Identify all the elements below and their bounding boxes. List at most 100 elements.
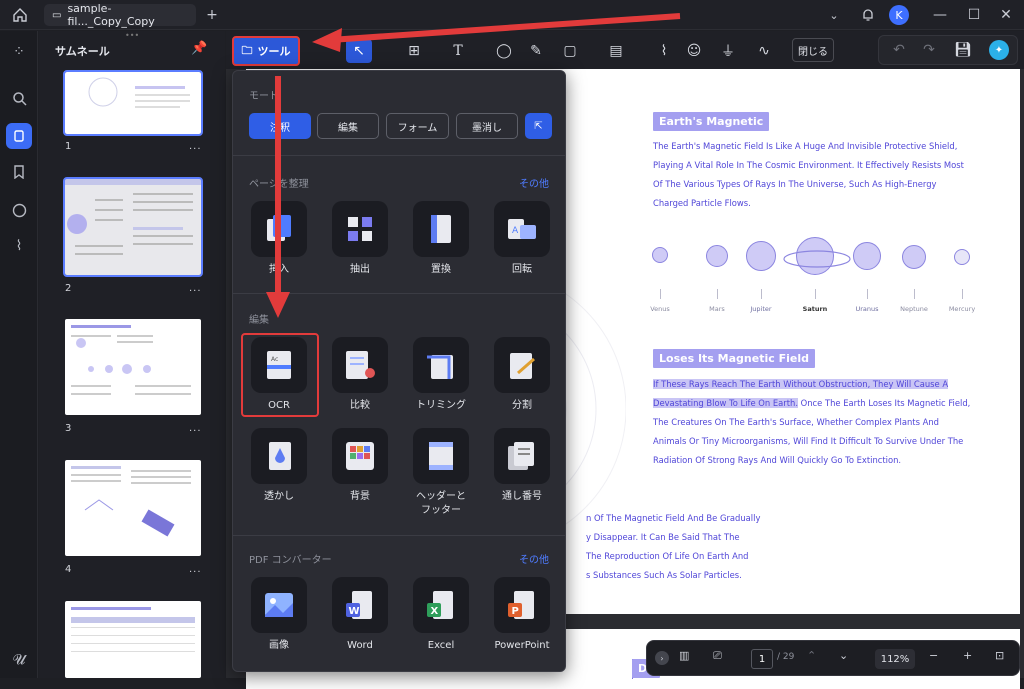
mode-edit-button[interactable]: 編集 [317,113,379,139]
crop-icon[interactable] [413,337,469,393]
word-convert-icon[interactable]: W [332,577,388,633]
minimize-icon[interactable]: — [928,3,952,27]
more-options-icon[interactable]: ... [189,283,202,294]
drag-handle-icon[interactable]: ••• [125,31,139,40]
thumbnail-panel-icon[interactable] [6,123,32,149]
more-options-icon[interactable]: ... [189,141,202,152]
background-icon[interactable] [332,428,388,484]
textbox-icon[interactable]: ⊞ [402,39,426,63]
insert-page-icon[interactable] [251,201,307,257]
chevron-down-icon[interactable]: ⌄ [839,649,848,662]
document-tab-title: sample-fil..._Copy_Copy [67,2,155,28]
zoom-out-icon[interactable]: − [929,649,938,662]
ocr-icon[interactable]: Ac [251,337,307,393]
reading-mode-icon[interactable]: ▥ [679,649,689,662]
compare-label: 比較 [350,400,370,411]
powerpoint-convert-label: PowerPoint [494,640,550,651]
more-options-icon[interactable]: ... [189,564,202,575]
search-icon[interactable] [6,85,32,111]
background-label: 背景 [350,491,370,502]
notification-bell-icon[interactable] [856,3,880,27]
attachment-icon[interactable]: ⌇ [6,233,32,259]
zoom-level[interactable]: 112% [875,649,915,669]
powerpoint-convert-icon[interactable]: P [494,577,550,633]
comment-icon[interactable] [6,197,32,223]
image-convert-icon[interactable] [251,577,307,633]
close-window-icon[interactable]: ✕ [994,3,1018,27]
bookmark-icon[interactable] [6,159,32,185]
pin-icon[interactable]: 📌 [191,41,207,56]
tools-menu: モード 注釈 編集 フォーム 墨消し ⇱ ページを整理 その他 挿入 抽出 置換… [232,70,566,672]
mode-redact-button[interactable]: 墨消し [456,113,518,139]
mode-annotate-button[interactable]: 注釈 [249,113,311,139]
new-tab-plus-icon[interactable]: + [200,3,224,27]
svg-text:W: W [349,606,360,617]
save-icon[interactable]: 💾︎ [951,38,975,62]
measure-icon[interactable]: ▤ [604,39,628,63]
select-cursor-icon[interactable]: ↖ [346,39,372,63]
section-title-loses-magnetic: Loses Its Magnetic Field [653,349,815,368]
open-external-icon[interactable]: ⇱ [525,113,552,139]
chevron-down-icon[interactable]: ⌄ [822,3,846,27]
undo-icon[interactable]: ↶ [887,38,911,62]
grid-icon[interactable]: ⁘ [6,39,32,65]
text-tool-icon[interactable]: T [446,39,470,63]
home-icon[interactable] [8,3,32,27]
document-tab[interactable]: ▭ sample-fil..._Copy_Copy [44,2,196,28]
presentation-icon[interactable]: ⎚ [713,649,722,663]
zoom-in-icon[interactable]: + [963,649,972,662]
tick [867,289,868,299]
partial-line: y Disappear. It Can Be Said That The [586,532,740,542]
page-thumbnail-3[interactable] [65,319,201,415]
page-thumbnail-1[interactable] [63,70,203,136]
edit-header: 編集 [249,315,269,326]
page-number-input[interactable]: 1 [751,649,773,669]
watermark-icon[interactable] [251,428,307,484]
converter-more-link[interactable]: その他 [519,551,549,566]
main-toolbar: 🗀 ツール ↖ ⊞ T ◯ ✎ ▢ ▤ ⌇ ☺ ⏚ ∿ 閉じる ↶ ↷ 💾︎ ✦ [226,31,1024,69]
tools-button[interactable]: 🗀 ツール [232,36,300,66]
brand-logo-icon[interactable]: 𝓤 [6,647,32,673]
signature-icon[interactable]: ∿ [752,39,776,63]
more-options-icon[interactable]: ... [189,423,202,434]
maximize-icon[interactable]: ☐ [962,3,986,27]
pen-icon[interactable]: ✎ [524,39,548,63]
fit-page-icon[interactable]: ⊡ [995,649,1004,662]
ai-assistant-icon[interactable]: ✦ [989,40,1009,60]
header-footer-icon[interactable] [413,428,469,484]
page-thumbnail-5[interactable] [65,601,201,678]
rotate-page-icon[interactable]: A [494,201,550,257]
shape-rectangle-icon[interactable]: ▢ [558,39,582,63]
planet-label: Mercury [948,305,976,313]
chevron-up-icon[interactable]: ⌃ [807,649,816,662]
sticker-icon[interactable]: ☺ [682,39,706,63]
ocr-label: OCR [268,400,290,411]
bates-number-icon[interactable] [494,428,550,484]
organize-more-link[interactable]: その他 [519,175,549,190]
paragraph-loses-magnetic: If These Rays Reach The Earth Without Ob… [653,375,973,470]
user-avatar[interactable]: K [889,5,909,25]
close-tools-button[interactable]: 閉じる [792,38,834,62]
mode-form-button[interactable]: フォーム [386,113,449,139]
collapse-chevron-icon[interactable]: › [655,651,669,665]
comment-tool-icon[interactable]: ◯ [492,39,516,63]
extract-page-icon[interactable] [332,201,388,257]
attachment-tool-icon[interactable]: ⌇ [652,39,676,63]
redo-icon[interactable]: ↷ [917,38,941,62]
excel-convert-label: Excel [427,640,455,651]
split-icon[interactable] [494,337,550,393]
partial-paragraph: n Of The Magnetic Field And Be Gradually… [586,509,846,585]
tick [815,289,816,299]
history-group: ↶ ↷ 💾︎ ✦ [878,35,1018,65]
word-convert-label: Word [347,640,373,651]
stamp-icon[interactable]: ⏚ [716,39,740,63]
excel-convert-icon[interactable]: X [413,577,469,633]
image-convert-label: 画像 [269,640,289,651]
planet-label: Uranus [855,305,879,313]
replace-page-icon[interactable] [413,201,469,257]
planet-label: Mars [709,305,725,313]
compare-icon[interactable] [332,337,388,393]
page-thumbnail-4[interactable] [65,460,201,556]
crop-label: トリミング [416,400,466,411]
page-thumbnail-2[interactable] [63,177,203,277]
